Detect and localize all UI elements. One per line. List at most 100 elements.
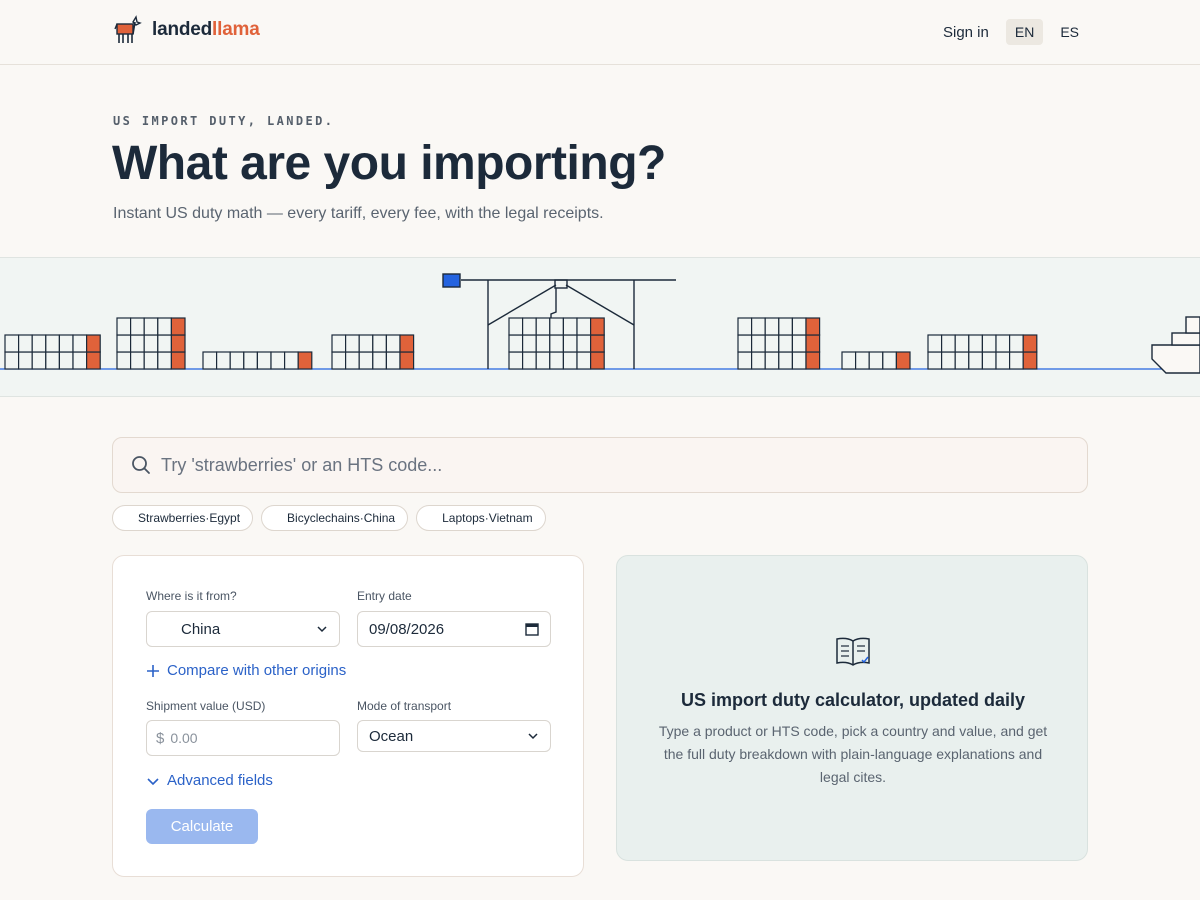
product-search[interactable] bbox=[112, 437, 1088, 493]
shipping-container bbox=[130, 317, 145, 336]
example-chips: Strawberries·Egypt Bicyclechains·China L… bbox=[112, 505, 546, 531]
shipping-container bbox=[18, 334, 33, 353]
shipping-container bbox=[130, 334, 145, 353]
shipping-container bbox=[72, 334, 88, 353]
transport-mode-label: Mode of transport bbox=[357, 699, 452, 713]
shipping-container bbox=[170, 334, 186, 353]
shipping-container bbox=[270, 351, 286, 370]
compare-origins-link[interactable]: Compare with other origins bbox=[146, 662, 346, 679]
sign-in-link[interactable]: Sign in bbox=[943, 24, 989, 41]
shipping-container bbox=[1022, 334, 1038, 353]
example-chip-bicycle-chains[interactable]: Bicyclechains·China bbox=[261, 505, 409, 531]
shipping-container bbox=[4, 351, 20, 370]
hero-eyebrow: US IMPORT DUTY, LANDED. bbox=[113, 114, 335, 128]
plus-icon bbox=[147, 664, 159, 677]
shipping-container bbox=[521, 351, 537, 370]
transport-mode-value: Ocean bbox=[369, 727, 414, 745]
shipping-container bbox=[764, 334, 780, 353]
shipping-container bbox=[535, 334, 551, 353]
shipping-container bbox=[954, 334, 970, 353]
shipping-container bbox=[549, 351, 564, 370]
shipping-container bbox=[345, 334, 360, 353]
transport-mode-select[interactable]: Ocean bbox=[357, 720, 551, 752]
calculate-button[interactable]: Calculate bbox=[146, 809, 258, 844]
chevron-down-icon bbox=[147, 777, 159, 785]
shipping-container bbox=[927, 334, 943, 353]
entry-date-value: 09/08/2026 bbox=[369, 620, 445, 638]
origin-select[interactable]: China bbox=[146, 611, 340, 647]
shipping-container bbox=[589, 317, 605, 336]
shipping-container bbox=[331, 351, 347, 370]
shipping-container bbox=[882, 351, 897, 370]
cargo-ship bbox=[1151, 316, 1200, 374]
example-chip-strawberries[interactable]: Strawberries·Egypt bbox=[112, 505, 254, 531]
shipping-container bbox=[31, 351, 47, 370]
entry-date-input[interactable]: 09/08/2026 bbox=[357, 611, 551, 647]
shipping-container bbox=[521, 334, 537, 353]
shipping-container bbox=[750, 351, 766, 370]
shipping-container bbox=[116, 317, 132, 336]
shipping-container bbox=[791, 334, 807, 353]
duty-form-card: Where is it from? China Entry date 09/08… bbox=[112, 555, 584, 877]
shipping-container bbox=[157, 334, 173, 353]
shipping-container bbox=[143, 351, 159, 370]
shipping-container bbox=[954, 351, 970, 370]
example-chip-laptops[interactable]: Laptops·Vietnam bbox=[416, 505, 546, 531]
shipping-container bbox=[116, 334, 132, 353]
shipping-container bbox=[981, 351, 997, 370]
shipping-container bbox=[284, 351, 299, 370]
language-es-button[interactable]: ES bbox=[1051, 19, 1088, 45]
brand-logo[interactable]: landedllama bbox=[114, 15, 260, 45]
calendar-icon[interactable] bbox=[525, 622, 539, 636]
crane-cab bbox=[442, 273, 461, 288]
shipping-container bbox=[229, 351, 245, 370]
open-book-icon bbox=[836, 637, 870, 666]
currency-symbol: $ bbox=[156, 729, 165, 747]
shipping-container bbox=[764, 351, 780, 370]
shipping-container bbox=[31, 334, 47, 353]
brand-name: landedllama bbox=[152, 19, 260, 40]
shipping-container bbox=[157, 317, 173, 336]
advanced-fields-toggle[interactable]: Advanced fields bbox=[146, 772, 273, 789]
language-en-button[interactable]: EN bbox=[1005, 19, 1044, 45]
shipping-container bbox=[805, 334, 821, 353]
shipping-container bbox=[805, 317, 821, 336]
shipping-container bbox=[508, 317, 524, 336]
shipping-container bbox=[143, 334, 159, 353]
shipping-container bbox=[508, 351, 524, 370]
shipment-value-field[interactable]: $ 0.00 bbox=[146, 720, 340, 756]
hero-subtitle: Instant US duty math — every tariff, eve… bbox=[113, 205, 604, 222]
shipping-container bbox=[968, 351, 983, 370]
shipping-container bbox=[576, 351, 592, 370]
shipping-container bbox=[58, 334, 74, 353]
shipping-container bbox=[45, 334, 60, 353]
shipping-container bbox=[130, 351, 145, 370]
chevron-down-icon bbox=[317, 626, 327, 633]
advanced-fields-label: Advanced fields bbox=[167, 772, 273, 789]
info-panel: US import duty calculator, updated daily… bbox=[616, 555, 1088, 861]
shipping-container bbox=[589, 351, 605, 370]
shipment-value-label: Shipment value (USD) bbox=[146, 699, 266, 713]
shipping-container bbox=[256, 351, 272, 370]
shipping-container bbox=[116, 351, 132, 370]
shipping-container bbox=[202, 351, 218, 370]
shipping-container bbox=[345, 351, 360, 370]
shipping-container bbox=[143, 317, 159, 336]
shipping-container bbox=[1008, 351, 1024, 370]
search-input[interactable] bbox=[161, 454, 1061, 476]
shipping-container bbox=[170, 351, 186, 370]
shipping-container bbox=[372, 334, 387, 353]
shipping-container bbox=[868, 351, 884, 370]
shipping-container bbox=[535, 317, 551, 336]
shipping-container bbox=[940, 334, 956, 353]
shipping-container bbox=[216, 351, 231, 370]
shipping-container bbox=[562, 334, 578, 353]
shipping-container bbox=[841, 351, 857, 370]
shipping-container bbox=[995, 334, 1011, 353]
shipping-container bbox=[549, 317, 564, 336]
shipping-container bbox=[562, 351, 578, 370]
shipping-container bbox=[170, 317, 186, 336]
shipping-container bbox=[18, 351, 33, 370]
shipping-container bbox=[927, 351, 943, 370]
shipping-container bbox=[791, 351, 807, 370]
